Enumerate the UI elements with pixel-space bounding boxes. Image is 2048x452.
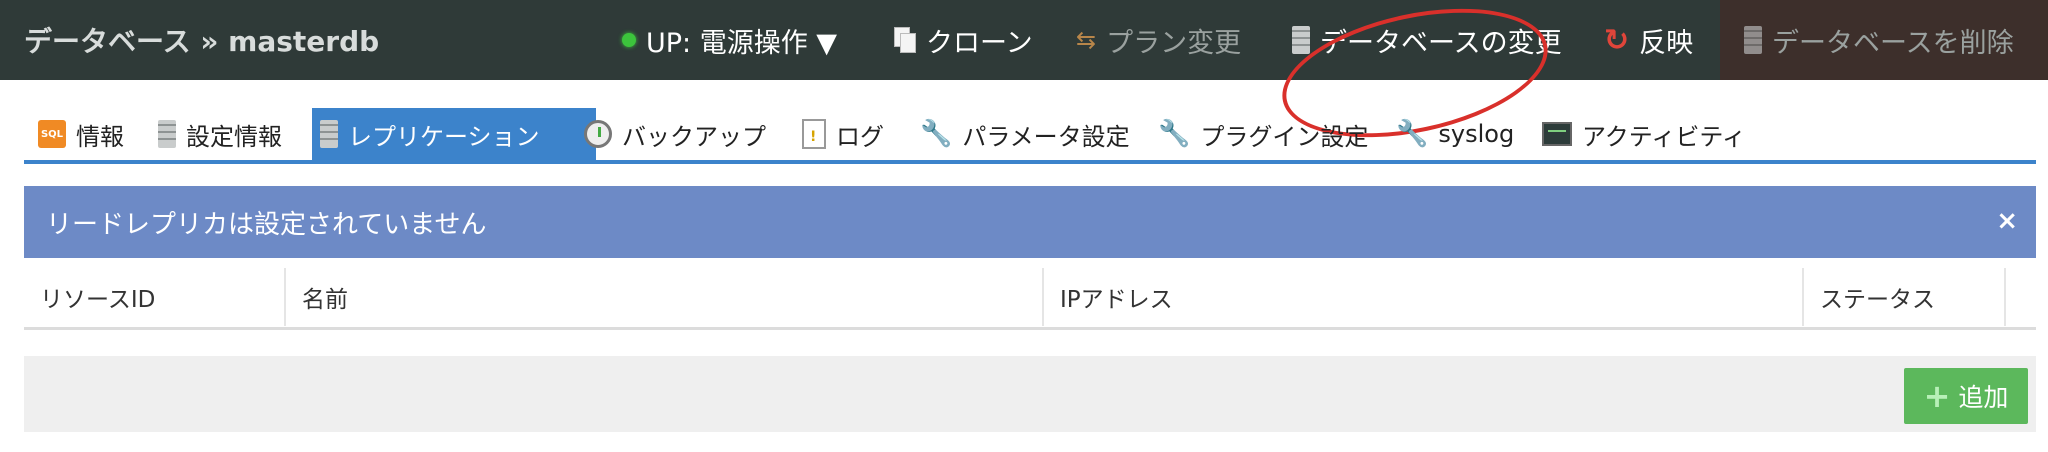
tab-settings-info[interactable]: 設定情報 <box>150 108 290 160</box>
tab-info[interactable]: SQL 情報 <box>30 108 132 160</box>
database-change-label: データベースの変更 <box>1320 27 1562 59</box>
wrench-icon: 🔧 <box>920 119 953 149</box>
database-change-button[interactable]: データベースの変更 <box>1292 0 1562 80</box>
tab-label: パラメータ設定 <box>962 122 1130 151</box>
plan-change-label: プラン変更 <box>1106 27 1242 59</box>
alert-message: リードレプリカは設定されていません <box>46 209 487 240</box>
plus-icon: + <box>1923 377 1951 415</box>
column-header-status[interactable]: ステータス <box>1804 268 2006 326</box>
database-icon <box>158 120 176 148</box>
database-icon <box>320 120 338 148</box>
signpost-icon: ⇆ <box>1076 26 1097 54</box>
tab-label: syslog <box>1438 120 1515 148</box>
tab-label: 設定情報 <box>186 122 282 151</box>
monitor-icon <box>1542 122 1572 146</box>
tab-label: アクティビティ <box>1582 122 1746 151</box>
clone-button[interactable]: クローン <box>894 0 1033 80</box>
info-alert: リードレプリカは設定されていません × <box>24 186 2036 258</box>
apply-button[interactable]: ↻ 反映 <box>1604 0 1693 80</box>
tab-activity[interactable]: アクティビティ <box>1534 108 1754 160</box>
add-label: 追加 <box>1958 383 2009 412</box>
add-button[interactable]: + 追加 <box>1904 368 2028 424</box>
tab-label: レプリケーション <box>348 122 540 151</box>
clone-label: クローン <box>926 27 1033 59</box>
tab-log[interactable]: ログ <box>794 108 892 160</box>
tab-plugins[interactable]: 🔧 プラグイン設定 <box>1150 108 1376 160</box>
column-header-ip-address[interactable]: IPアドレス <box>1044 268 1804 326</box>
database-icon <box>1292 26 1310 54</box>
tab-syslog[interactable]: 🔧 syslog <box>1388 108 1522 160</box>
sql-icon: SQL <box>38 120 66 148</box>
column-header-name[interactable]: 名前 <box>286 268 1044 326</box>
tab-backup[interactable]: バックアップ <box>576 108 774 160</box>
tab-label: プラグイン設定 <box>1200 122 1369 151</box>
tab-label: ログ <box>836 122 884 151</box>
apply-label: 反映 <box>1639 27 1694 59</box>
wrench-icon: 🔧 <box>1158 119 1191 149</box>
table-footer: + 追加 <box>24 356 2036 432</box>
log-file-icon <box>802 119 826 149</box>
wrench-icon: 🔧 <box>1396 119 1429 149</box>
table-header: リソースID 名前 IPアドレス ステータス <box>24 262 2036 330</box>
delete-database-button[interactable]: データベースを削除 <box>1744 0 2014 80</box>
tab-parameters[interactable]: 🔧 パラメータ設定 <box>912 108 1138 160</box>
top-toolbar: データベース » masterdb UP: 電源操作 ▼ クローン ⇆ プラン変… <box>0 0 2048 80</box>
delete-database-label: データベースを削除 <box>1772 27 2014 59</box>
tab-label: 情報 <box>76 122 124 151</box>
power-button[interactable]: UP: 電源操作 ▼ <box>622 0 837 80</box>
tab-replication[interactable]: レプリケーション <box>312 108 596 160</box>
copy-icon <box>894 27 916 53</box>
column-header-resource-id[interactable]: リソースID <box>24 268 286 326</box>
power-label: UP: 電源操作 ▼ <box>646 27 838 59</box>
database-warning-icon <box>1744 26 1762 54</box>
breadcrumb: データベース » masterdb <box>24 25 380 58</box>
plan-change-button[interactable]: ⇆ プラン変更 <box>1076 0 1241 80</box>
refresh-icon: ↻ <box>1604 22 1630 58</box>
close-icon[interactable]: × <box>1996 206 2018 236</box>
tab-label: バックアップ <box>622 122 766 151</box>
tab-bar: SQL 情報 設定情報 レプリケーション バックアップ ログ 🔧 パラメータ設定… <box>24 108 2036 164</box>
history-icon <box>584 120 612 148</box>
status-up-icon <box>622 33 636 47</box>
